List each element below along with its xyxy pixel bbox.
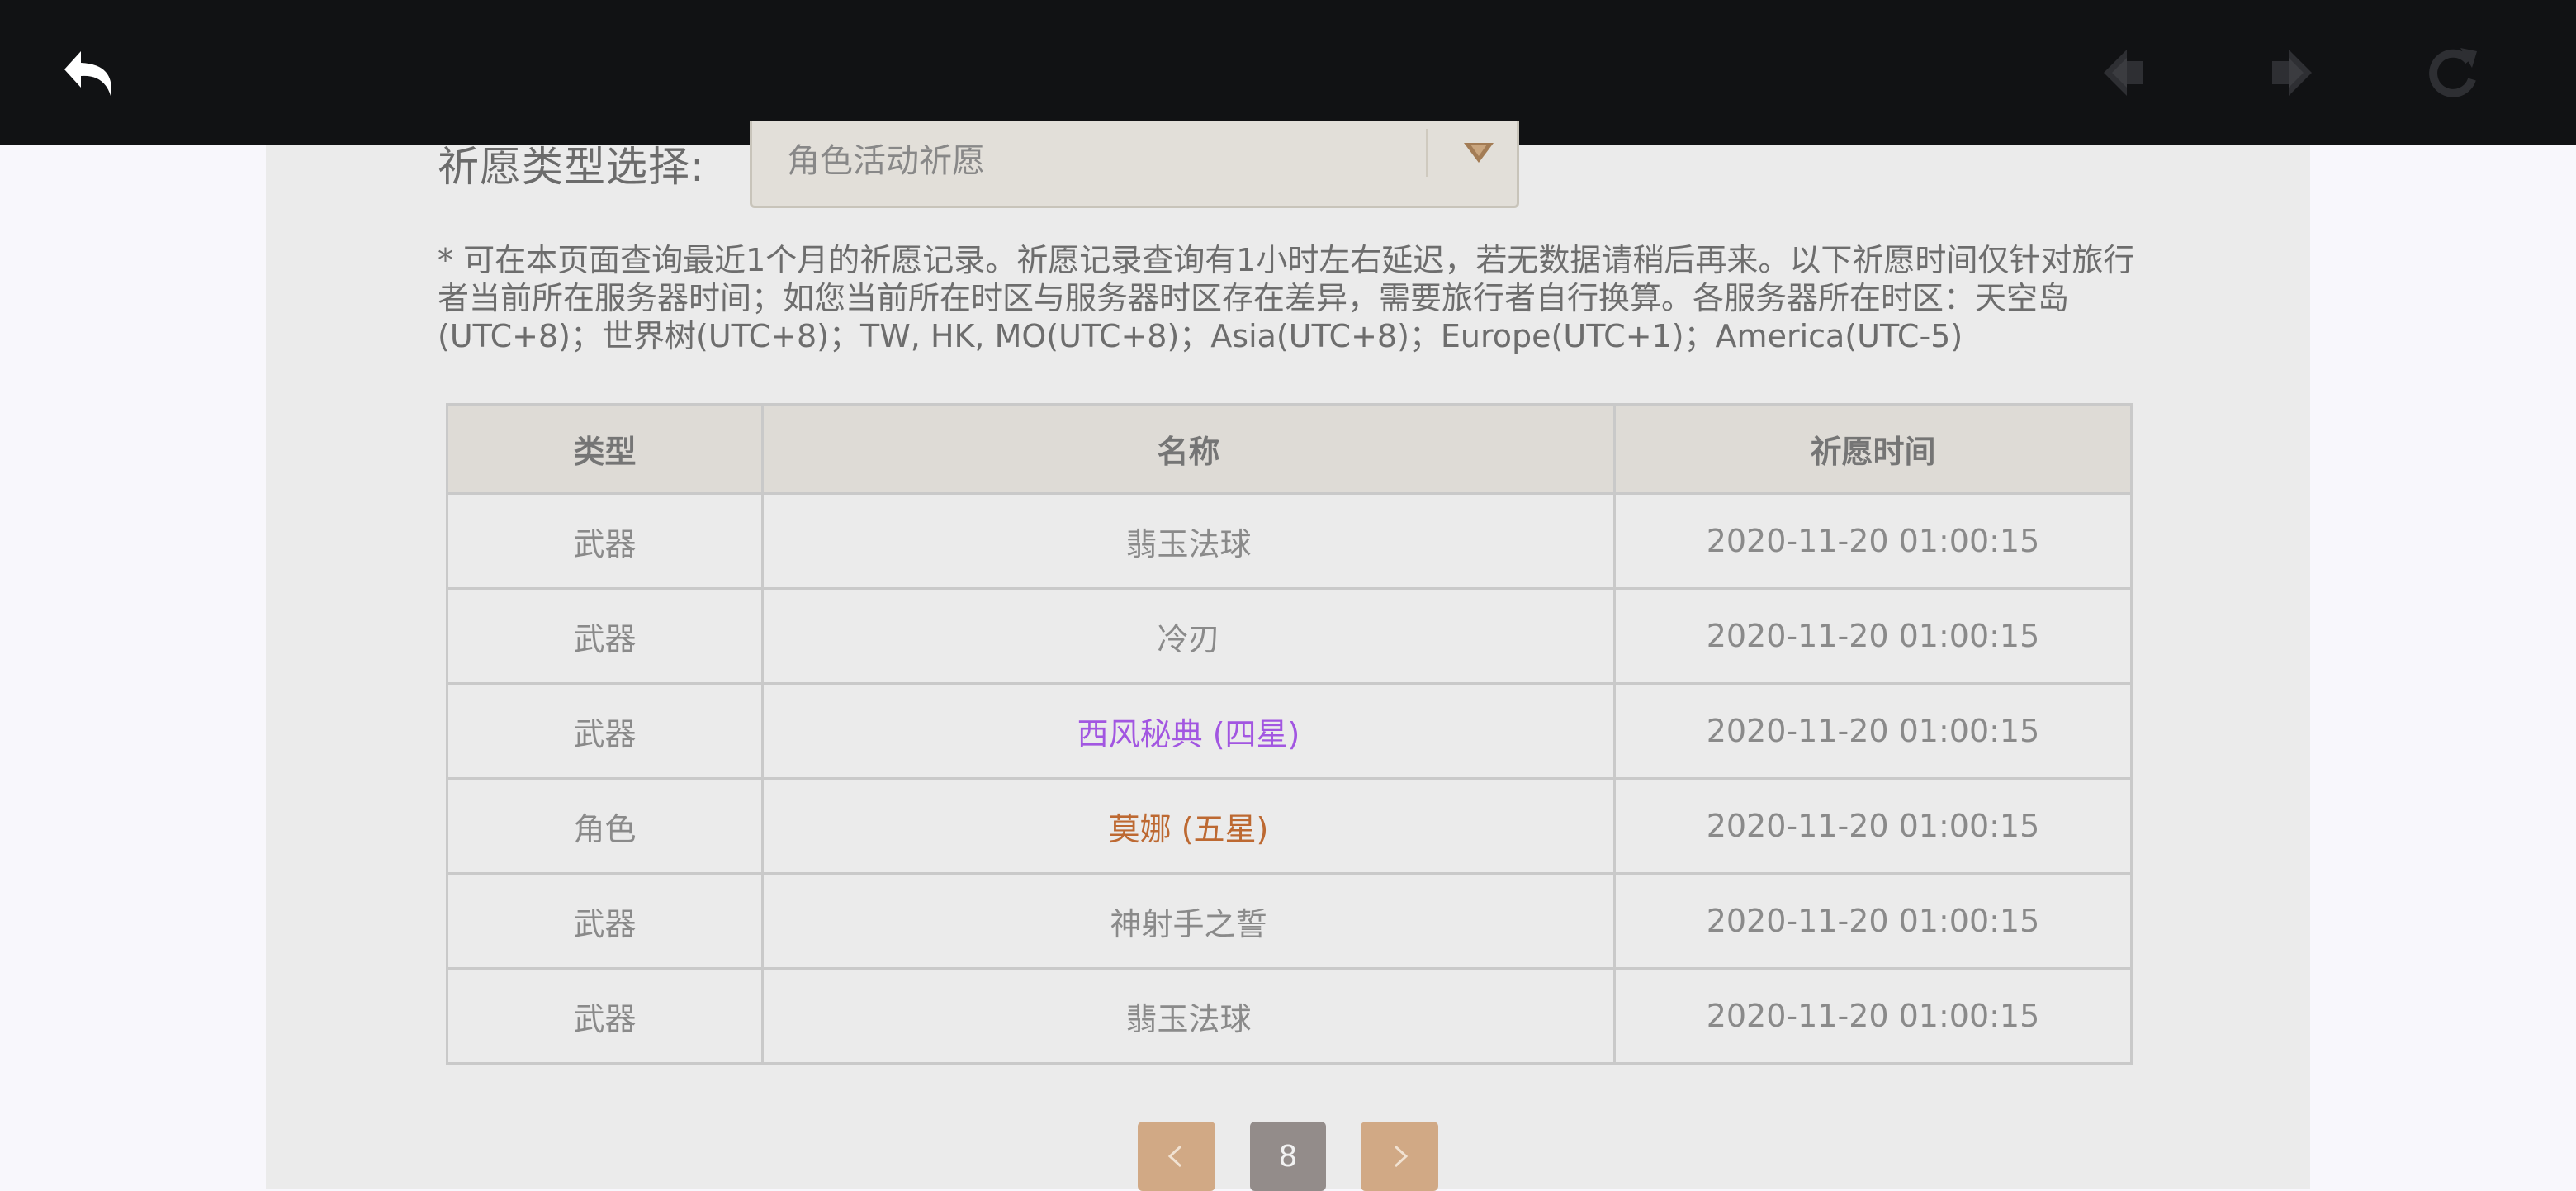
cell-time: 2020-11-20 01:00:15 — [1613, 492, 2133, 590]
refresh-button[interactable] — [2417, 36, 2490, 109]
select-divider — [1426, 129, 1428, 177]
prev-nav-button[interactable] — [2091, 36, 2163, 109]
cell-type: 武器 — [446, 587, 764, 685]
next-nav-button[interactable] — [2252, 36, 2325, 109]
table-row: 武器 神射手之誓 2020-11-20 01:00:15 — [446, 872, 2133, 970]
cell-type: 角色 — [446, 777, 764, 875]
cell-time: 2020-11-20 01:00:15 — [1613, 682, 2133, 780]
wish-records-table: 类型 名称 祈愿时间 武器 翡玉法球 2020-11-20 01:00:15 武… — [446, 403, 2133, 1065]
cell-time: 2020-11-20 01:00:15 — [1613, 967, 2133, 1065]
header-time: 祈愿时间 — [1613, 403, 2133, 495]
cell-type: 武器 — [446, 492, 764, 590]
table-row: 武器 翡玉法球 2020-11-20 01:00:15 — [446, 967, 2133, 1065]
back-button[interactable] — [56, 36, 129, 109]
header-type: 类型 — [446, 403, 764, 495]
cell-name-five-star: 莫娜 (五星) — [761, 777, 1616, 875]
header-name: 名称 — [761, 403, 1616, 495]
cell-name: 冷刃 — [761, 587, 1616, 685]
cell-time: 2020-11-20 01:00:15 — [1613, 587, 2133, 685]
table-row: 武器 翡玉法球 2020-11-20 01:00:15 — [446, 492, 2133, 590]
cell-type: 武器 — [446, 967, 764, 1065]
cell-time: 2020-11-20 01:00:15 — [1613, 872, 2133, 970]
table-row: 角色 莫娜 (五星) 2020-11-20 01:00:15 — [446, 777, 2133, 875]
cell-time: 2020-11-20 01:00:15 — [1613, 777, 2133, 875]
diamond-left-icon — [2104, 50, 2143, 96]
undo-arrow-icon — [64, 51, 111, 96]
diamond-right-icon — [2272, 50, 2312, 96]
wish-type-selected-value: 角色活动祈愿 — [787, 142, 985, 180]
cell-name: 翡玉法球 — [761, 492, 1616, 590]
cell-name-four-star: 西风秘典 (四星) — [761, 682, 1616, 780]
table-header-row: 类型 名称 祈愿时间 — [446, 403, 2133, 495]
refresh-icon — [2429, 48, 2477, 97]
next-page-button[interactable] — [1361, 1122, 1438, 1191]
current-page-indicator[interactable]: 8 — [1250, 1122, 1326, 1191]
table-row: 武器 西风秘典 (四星) 2020-11-20 01:00:15 — [446, 682, 2133, 780]
wish-type-select[interactable]: 角色活动祈愿 — [750, 121, 1519, 208]
cell-type: 武器 — [446, 872, 764, 970]
chevron-right-icon — [1394, 1145, 1409, 1168]
wish-type-label: 祈愿类型选择: — [438, 143, 705, 191]
cell-type: 武器 — [446, 682, 764, 780]
cell-name: 翡玉法球 — [761, 967, 1616, 1065]
chevron-down-icon — [1449, 129, 1508, 178]
table-row: 武器 冷刃 2020-11-20 01:00:15 — [446, 587, 2133, 685]
chevron-left-icon — [1167, 1145, 1182, 1168]
prev-page-button[interactable] — [1138, 1122, 1215, 1191]
cell-name: 神射手之誓 — [761, 872, 1616, 970]
query-notice: * 可在本页面查询最近1个月的祈愿记录。祈愿记录查询有1小时左右延迟，若无数据请… — [438, 242, 2135, 354]
